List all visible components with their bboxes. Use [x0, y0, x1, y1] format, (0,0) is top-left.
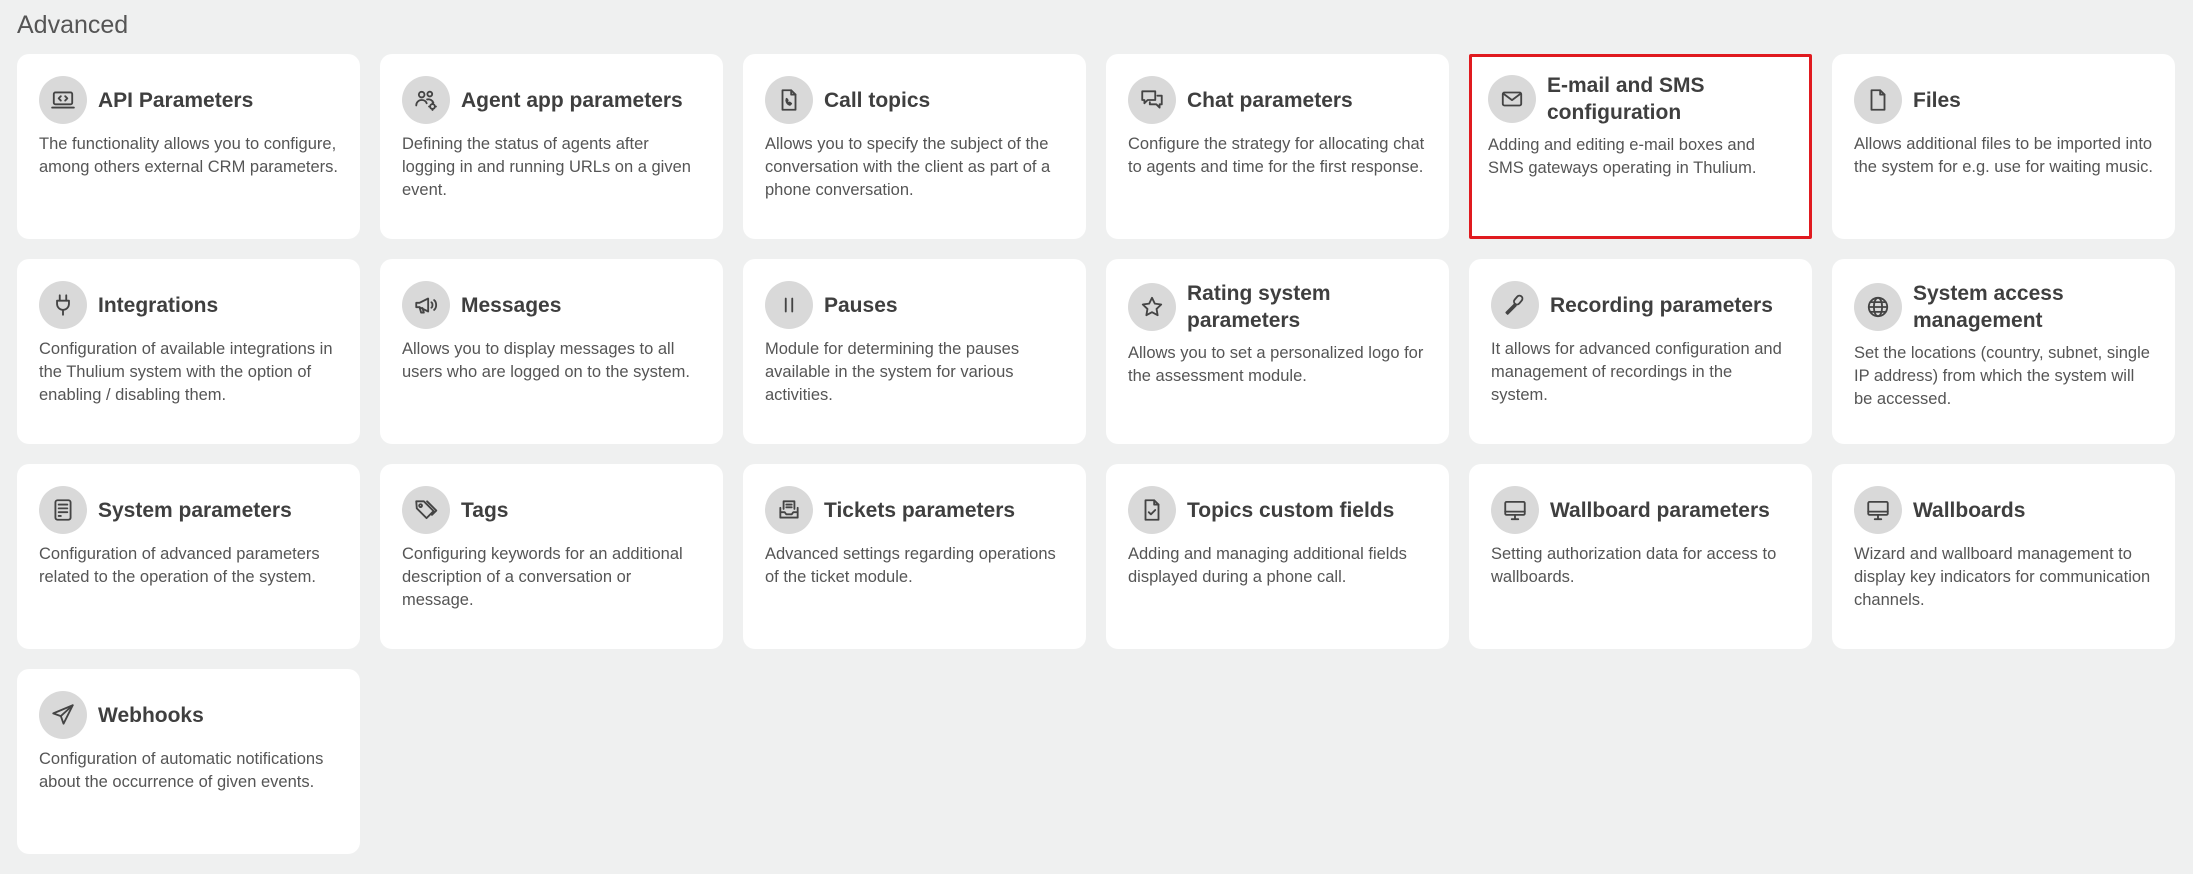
file-icon — [1854, 76, 1902, 124]
card-description: Configure the strategy for allocating ch… — [1128, 135, 1425, 176]
card-title: Webhooks — [98, 703, 204, 727]
card-header: Recording parameters — [1491, 280, 1790, 330]
card-system-access-management[interactable]: System access management Set the location… — [1832, 259, 2175, 444]
section-title: Advanced — [17, 11, 129, 39]
card-header: Tags — [402, 485, 701, 535]
card-title: Pauses — [824, 293, 898, 317]
card-title: System parameters — [98, 498, 292, 522]
card-header: System access management — [1854, 280, 2153, 334]
card-title: System access management — [1913, 282, 2064, 332]
card-chat-parameters[interactable]: Chat parameters Configure the strategy fo… — [1106, 54, 1449, 239]
card-title: Messages — [461, 293, 562, 317]
card-topics-custom-fields[interactable]: Topics custom fields Adding and managing … — [1106, 464, 1449, 649]
card-description: Allows you to specify the subject of the… — [765, 135, 1051, 199]
card-description: Allows you to set a personalized logo fo… — [1128, 344, 1424, 385]
card-description: Configuration of automatic notifications… — [39, 750, 324, 791]
paper-plane-icon — [39, 691, 87, 739]
plug-icon — [39, 281, 87, 329]
card-title: Call topics — [824, 88, 931, 112]
card-webhooks[interactable]: Webhooks Configuration of automatic notif… — [17, 669, 360, 854]
settings-grid: API Parameters The functionality allows y… — [17, 54, 2176, 854]
card-title: E-mail and SMS configuration — [1547, 74, 1705, 124]
card-description: Configuration of advanced parameters rel… — [39, 545, 320, 586]
card-header: Pauses — [765, 280, 1064, 330]
card-title: Wallboards — [1913, 498, 2026, 522]
card-header: Webhooks — [39, 690, 338, 740]
card-description: Configuring keywords for an additional d… — [402, 545, 683, 609]
card-recording-parameters[interactable]: Recording parameters It allows for advanc… — [1469, 259, 1812, 444]
card-header: Rating system parameters — [1128, 280, 1427, 334]
card-agent-app-parameters[interactable]: Agent app parameters Defining the status … — [380, 54, 723, 239]
envelope-icon — [1488, 75, 1536, 123]
card-title: Files — [1913, 88, 1961, 112]
card-header: Agent app parameters — [402, 75, 701, 125]
card-header: Messages — [402, 280, 701, 330]
microphone-icon — [1491, 281, 1539, 329]
card-title: Rating system parameters — [1187, 282, 1331, 332]
megaphone-icon — [402, 281, 450, 329]
card-header: Integrations — [39, 280, 338, 330]
card-tickets-parameters[interactable]: Tickets parameters Advanced settings rega… — [743, 464, 1086, 649]
card-description: The functionality allows you to configur… — [39, 135, 338, 176]
card-description: Allows you to display messages to all us… — [402, 340, 690, 381]
card-wallboard-parameters[interactable]: Wallboard parameters Setting authorizatio… — [1469, 464, 1812, 649]
card-pauses[interactable]: Pauses Module for determining the pauses … — [743, 259, 1086, 444]
card-rating-system-parameters[interactable]: Rating system parameters Allows you to se… — [1106, 259, 1449, 444]
card-description: Setting authorization data for access to… — [1491, 545, 1777, 586]
monitor-icon — [1854, 486, 1902, 534]
card-messages[interactable]: Messages Allows you to display messages t… — [380, 259, 723, 444]
card-e-mail-and-sms-configuration[interactable]: E-mail and SMS configuration Adding and e… — [1469, 54, 1812, 239]
card-description: Advanced settings regarding operations o… — [765, 545, 1056, 586]
card-description: Set the locations (country, subnet, sing… — [1854, 344, 2150, 408]
card-integrations[interactable]: Integrations Configuration of available i… — [17, 259, 360, 444]
card-description: Adding and managing additional fields di… — [1128, 545, 1407, 586]
advanced-settings-page: Advanced API Parameters The functionality… — [0, 0, 2193, 874]
card-header: Call topics — [765, 75, 1064, 125]
api-icon — [39, 76, 87, 124]
card-description: Defining the status of agents after logg… — [402, 135, 691, 199]
card-header: Tickets parameters — [765, 485, 1064, 535]
card-description: It allows for advanced configuration and… — [1491, 340, 1782, 404]
card-title: Chat parameters — [1187, 88, 1353, 112]
card-header: Wallboard parameters — [1491, 485, 1790, 535]
card-description: Adding and editing e-mail boxes and SMS … — [1488, 136, 1757, 177]
file-check-icon — [1128, 486, 1176, 534]
card-files[interactable]: Files Allows additional files to be impor… — [1832, 54, 2175, 239]
card-title: Tags — [461, 498, 509, 522]
card-title: Topics custom fields — [1187, 498, 1395, 522]
server-icon — [39, 486, 87, 534]
globe-icon — [1854, 283, 1902, 331]
ticket-inbox-icon — [765, 486, 813, 534]
card-title: Tickets parameters — [824, 498, 1016, 522]
card-header: Topics custom fields — [1128, 485, 1427, 535]
card-header: Files — [1854, 75, 2153, 125]
card-header: Wallboards — [1854, 485, 2153, 535]
card-title: Wallboard parameters — [1550, 498, 1770, 522]
card-system-parameters[interactable]: System parameters Configuration of advanc… — [17, 464, 360, 649]
card-api-parameters[interactable]: API Parameters The functionality allows y… — [17, 54, 360, 239]
card-description: Configuration of available integrations … — [39, 340, 333, 404]
monitor-icon — [1491, 486, 1539, 534]
card-description: Wizard and wallboard management to displ… — [1854, 545, 2151, 609]
card-description: Allows additional files to be imported i… — [1854, 135, 2153, 176]
card-title: API Parameters — [98, 88, 254, 112]
card-tags[interactable]: Tags Configuring keywords for an addition… — [380, 464, 723, 649]
card-header: E-mail and SMS configuration — [1488, 72, 1793, 126]
pause-icon — [765, 281, 813, 329]
card-header: API Parameters — [39, 75, 338, 125]
card-title: Integrations — [98, 293, 219, 317]
card-header: System parameters — [39, 485, 338, 535]
star-icon — [1128, 283, 1176, 331]
agents-gear-icon — [402, 76, 450, 124]
card-header: Chat parameters — [1128, 75, 1427, 125]
tags-icon — [402, 486, 450, 534]
chat-bubbles-icon — [1128, 76, 1176, 124]
card-call-topics[interactable]: Call topics Allows you to specify the sub… — [743, 54, 1086, 239]
card-title: Agent app parameters — [461, 88, 683, 112]
card-title: Recording parameters — [1550, 293, 1773, 317]
card-description: Module for determining the pauses availa… — [765, 340, 1020, 404]
card-wallboards[interactable]: Wallboards Wizard and wallboard managemen… — [1832, 464, 2175, 649]
document-phone-icon — [765, 76, 813, 124]
